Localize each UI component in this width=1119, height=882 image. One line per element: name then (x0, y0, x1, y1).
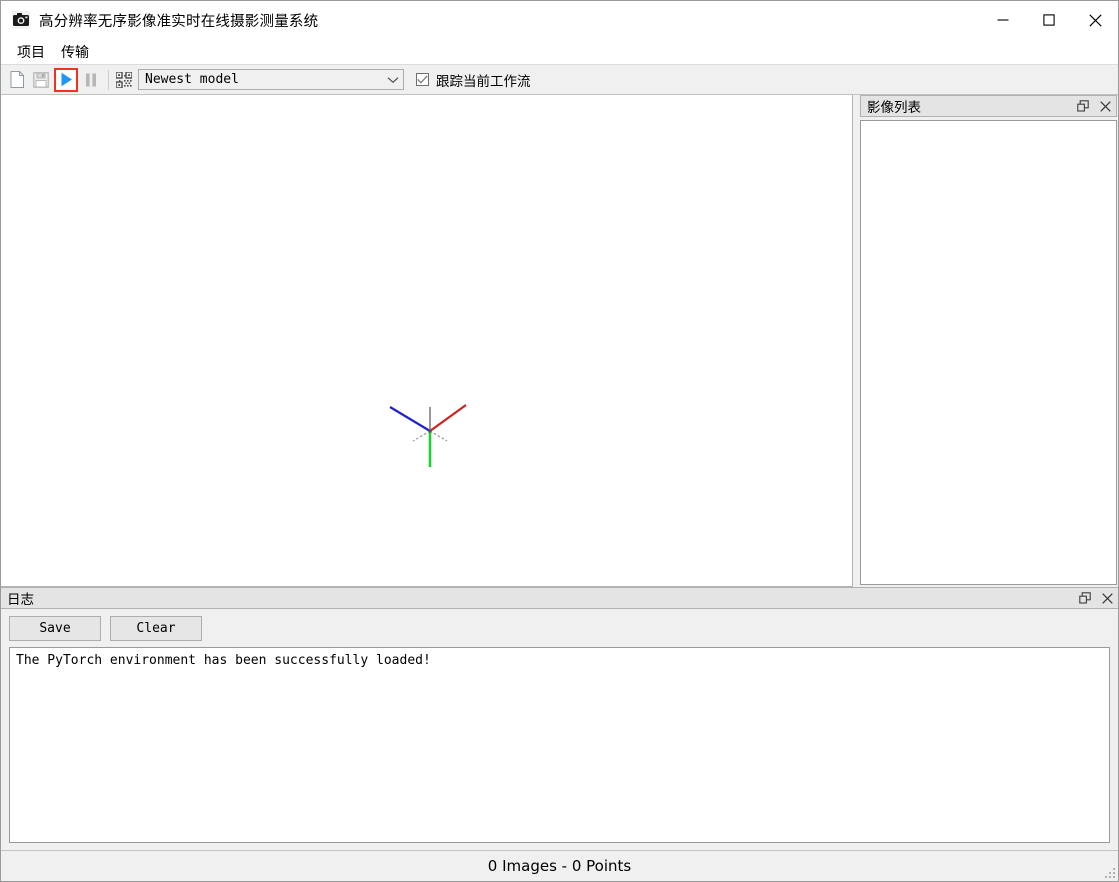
window-title: 高分辨率无序影像准实时在线摄影测量系统 (39, 10, 318, 31)
image-list-view[interactable] (860, 120, 1117, 585)
track-workflow-checkbox[interactable]: 跟踪当前工作流 (416, 70, 531, 90)
image-list-title: 影像列表 (867, 96, 1072, 116)
body-area: 影像列表 (1, 95, 1118, 850)
menu-bar: 项目 传输 (1, 39, 1118, 64)
close-icon (1089, 14, 1102, 27)
close-button[interactable] (1072, 1, 1118, 39)
maximize-button[interactable] (1026, 1, 1072, 39)
image-list-panel: 影像列表 (860, 95, 1118, 587)
save-project-button[interactable] (30, 69, 52, 91)
menu-item-transfer[interactable]: 传输 (53, 40, 97, 64)
pause-button[interactable] (80, 69, 102, 91)
menu-item-project[interactable]: 项目 (9, 40, 53, 64)
status-text: 0 Images - 0 Points (488, 857, 631, 875)
model-select[interactable]: Newest model (138, 69, 404, 90)
chevron-down-icon (387, 76, 399, 84)
clear-log-button[interactable]: Clear (110, 616, 202, 641)
axis-gizmo (382, 384, 482, 484)
checkbox-box (416, 73, 429, 86)
upper-row: 影像列表 (1, 95, 1118, 587)
window-controls (980, 1, 1118, 39)
minimize-button[interactable] (980, 1, 1026, 39)
log-text-area[interactable]: The PyTorch environment has been success… (9, 647, 1110, 843)
log-title-bar: 日志 (1, 587, 1118, 609)
float-icon (1077, 100, 1089, 112)
vertical-splitter[interactable] (853, 95, 860, 587)
new-project-button[interactable] (6, 69, 28, 91)
run-icon (60, 72, 73, 87)
close-icon (1100, 101, 1111, 112)
log-float-button[interactable] (1074, 588, 1096, 608)
qr-code-icon (116, 72, 132, 88)
run-button[interactable] (54, 68, 78, 92)
save-log-button[interactable]: Save (9, 616, 101, 641)
image-list-close-button[interactable] (1094, 96, 1116, 116)
log-toolbar: Save Clear (1, 609, 1118, 647)
log-close-button[interactable] (1096, 588, 1118, 608)
close-icon (1102, 593, 1113, 604)
camera-icon (12, 11, 30, 29)
minimize-icon (997, 14, 1009, 26)
log-title: 日志 (7, 588, 1074, 608)
log-line: The PyTorch environment has been success… (16, 653, 1103, 669)
main-toolbar: Newest model 跟踪当前工作流 (1, 64, 1118, 95)
toolbar-separator (108, 70, 109, 90)
pause-icon (85, 73, 97, 87)
resize-grip-icon[interactable] (1104, 867, 1116, 879)
float-icon (1079, 592, 1091, 604)
checkmark-icon (417, 75, 428, 84)
model-select-value: Newest model (145, 72, 239, 87)
3d-viewport[interactable] (1, 95, 853, 587)
maximize-icon (1043, 14, 1055, 26)
image-list-title-bar: 影像列表 (860, 95, 1117, 117)
status-bar: 0 Images - 0 Points (1, 850, 1118, 881)
image-list-float-button[interactable] (1072, 96, 1094, 116)
new-project-icon (10, 71, 25, 88)
app-window: 高分辨率无序影像准实时在线摄影测量系统 项目 传输 (0, 0, 1119, 882)
save-project-icon (33, 72, 49, 88)
log-panel: 日志 Save Clear (1, 587, 1118, 850)
track-workflow-label: 跟踪当前工作流 (436, 70, 531, 90)
title-bar: 高分辨率无序影像准实时在线摄影测量系统 (1, 1, 1118, 39)
